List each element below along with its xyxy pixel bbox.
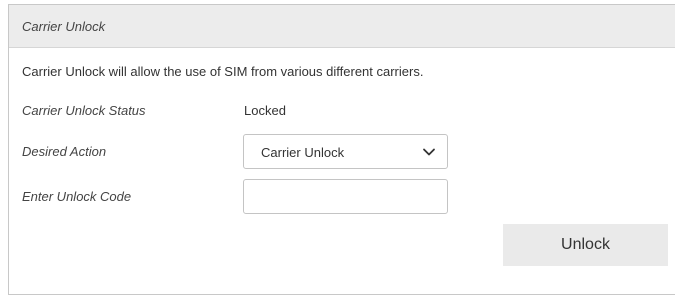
desired-action-label: Desired Action: [22, 144, 107, 159]
desired-action-select[interactable]: Carrier Unlock: [243, 134, 448, 169]
unlock-code-input[interactable]: [243, 179, 448, 214]
unlock-button[interactable]: Unlock: [503, 224, 668, 266]
desired-action-selected-value: Carrier Unlock: [261, 145, 345, 160]
panel-title: Carrier Unlock: [22, 19, 106, 34]
status-value: Locked: [244, 103, 286, 118]
panel-header: Carrier Unlock: [9, 5, 675, 48]
chevron-down-icon: [423, 148, 435, 156]
status-label: Carrier Unlock Status: [22, 103, 146, 118]
unlock-code-label: Enter Unlock Code: [22, 189, 132, 204]
panel-description: Carrier Unlock will allow the use of SIM…: [22, 64, 424, 79]
carrier-unlock-panel: Carrier Unlock Carrier Unlock will allow…: [8, 4, 675, 295]
